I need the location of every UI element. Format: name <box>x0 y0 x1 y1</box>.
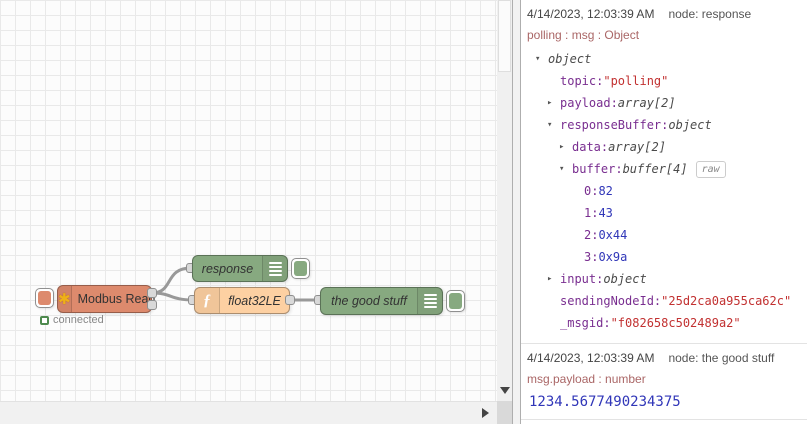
expand-icon[interactable]: ▸ <box>559 136 572 158</box>
scroll-down-icon[interactable] <box>500 387 510 394</box>
object-key: 0: <box>584 184 599 198</box>
collapse-icon[interactable]: ▾ <box>535 48 548 70</box>
object-value-number: 0x9a <box>598 250 628 264</box>
sidebar-splitter[interactable] <box>512 0 521 424</box>
debug-sidebar[interactable]: 4/14/2023, 12:03:39 AM node: response po… <box>521 0 807 424</box>
response-node-label: response <box>201 261 254 276</box>
node-response[interactable]: response <box>192 255 288 282</box>
modbus-icon: ✱ <box>58 286 72 312</box>
debug-tree-row: ▸ payload: array[2] <box>527 92 801 114</box>
object-key: _msgid: <box>560 316 611 330</box>
response-debug-toggle-button[interactable] <box>291 258 310 279</box>
node-red-window: ✱ Modbus Read connected response ƒ float… <box>0 0 807 424</box>
horizontal-scrollbar[interactable] <box>0 401 497 424</box>
scrollbar-corner <box>497 401 512 424</box>
object-value-number: 0x44 <box>598 228 628 242</box>
object-value-type: buffer[4] <box>622 162 688 176</box>
expand-icon[interactable]: ▸ <box>547 268 560 290</box>
goodstuff-node-label: the good stuff <box>331 294 407 308</box>
modbus-inject-button-fill <box>38 291 51 305</box>
object-value-type: object <box>603 272 647 286</box>
object-value-type: array[2] <box>608 140 666 154</box>
object-value-string: "25d2ca0a955ca62c" <box>661 294 792 308</box>
debug-tree-row: ▸ data: array[2] <box>527 136 801 158</box>
collapse-icon[interactable]: ▾ <box>547 114 560 136</box>
debug-timestamp: 4/14/2023, 12:03:39 AM <box>527 7 655 21</box>
vertical-scrollbar[interactable] <box>497 0 512 424</box>
debug-message-goodstuff: 4/14/2023, 12:03:39 AM node: the good st… <box>521 344 807 420</box>
debug-message-header: 4/14/2023, 12:03:39 AM node: response <box>527 7 801 21</box>
debug-icon <box>262 256 287 281</box>
debug-tree-row: 1: 43 <box>527 202 801 224</box>
status-text: connected <box>53 314 104 326</box>
node-float32le[interactable]: ƒ float32LE <box>194 287 290 314</box>
goodstuff-debug-toggle-button[interactable] <box>446 290 465 312</box>
object-value-string: "f082658c502489a2" <box>610 316 741 330</box>
vertical-scrollbar-thumb[interactable] <box>498 0 511 72</box>
function-icon: ƒ <box>195 288 220 313</box>
object-key: 2: <box>584 228 599 242</box>
float32le-output-port[interactable] <box>285 295 295 305</box>
debug-tree-row: 0: 82 <box>527 180 801 202</box>
debug-tree-row: 3: 0x9a <box>527 246 801 268</box>
float32le-node-label: float32LE <box>228 293 281 308</box>
response-toggle-fill <box>294 261 307 276</box>
object-key: buffer: <box>572 162 623 176</box>
object-key: input: <box>560 272 604 286</box>
wires-layer <box>150 266 321 302</box>
debug-tree-row: topic: "polling" <box>527 70 801 92</box>
goodstuff-toggle-fill <box>449 293 462 309</box>
status-connected-icon <box>40 315 49 325</box>
debug-timestamp: 4/14/2023, 12:03:39 AM <box>527 351 655 365</box>
object-key: data: <box>572 140 609 154</box>
modbus-inject-button[interactable] <box>35 288 54 308</box>
debug-tree-row: sendingNodeId: "25d2ca0a955ca62c" <box>527 290 801 312</box>
node-modbus-read[interactable]: ✱ Modbus Read <box>57 285 155 313</box>
debug-tree-row: ▾ responseBuffer: object <box>527 114 801 136</box>
object-key: sendingNodeId: <box>560 294 662 308</box>
debug-message-meta: polling : msg : Object <box>527 28 640 42</box>
debug-tree-row: 2: 0x44 <box>527 224 801 246</box>
debug-tree-row: ▾ object <box>527 48 801 70</box>
node-the-good-stuff[interactable]: the good stuff <box>320 287 443 315</box>
object-value-type: array[2] <box>617 96 676 110</box>
modbus-status: connected <box>40 314 104 326</box>
object-value-number: 82 <box>598 184 613 198</box>
object-key: 3: <box>584 250 599 264</box>
debug-tree-row: ▸ input: object <box>527 268 801 290</box>
debug-tree-row: _msgid: "f082658c502489a2" <box>527 312 801 334</box>
debug-message-response: 4/14/2023, 12:03:39 AM node: response po… <box>521 0 807 344</box>
debug-source-node[interactable]: node: response <box>668 7 751 21</box>
debug-icon <box>417 288 442 314</box>
raw-button[interactable]: raw <box>695 160 726 178</box>
object-value-type: object <box>668 118 712 132</box>
object-value-type: object <box>548 52 592 66</box>
debug-source-node[interactable]: node: the good stuff <box>668 351 774 365</box>
modbus-output-port-1[interactable] <box>147 288 157 298</box>
flow-canvas[interactable]: ✱ Modbus Read connected response ƒ float… <box>0 0 497 424</box>
debug-tree-row: ▾ buffer: buffer[4] raw <box>527 158 801 180</box>
expand-icon[interactable]: ▸ <box>547 92 560 114</box>
debug-object-tree: ▾ object topic: "polling" ▸ payload: array[2… <box>527 48 801 334</box>
scroll-right-icon[interactable] <box>482 408 489 418</box>
object-key: responseBuffer: <box>560 118 669 132</box>
object-key: 1: <box>584 206 599 220</box>
object-key: topic: <box>560 74 604 88</box>
collapse-icon[interactable]: ▾ <box>559 158 572 180</box>
object-value-string: "polling" <box>603 74 669 88</box>
debug-payload-value: 1234.5677490234375 <box>529 394 681 410</box>
modbus-output-port-2[interactable] <box>147 300 157 310</box>
object-value-number: 43 <box>598 206 613 220</box>
debug-message-header: 4/14/2023, 12:03:39 AM node: the good st… <box>527 351 801 365</box>
object-key: payload: <box>560 96 618 110</box>
debug-message-meta: msg.payload : number <box>527 372 646 386</box>
